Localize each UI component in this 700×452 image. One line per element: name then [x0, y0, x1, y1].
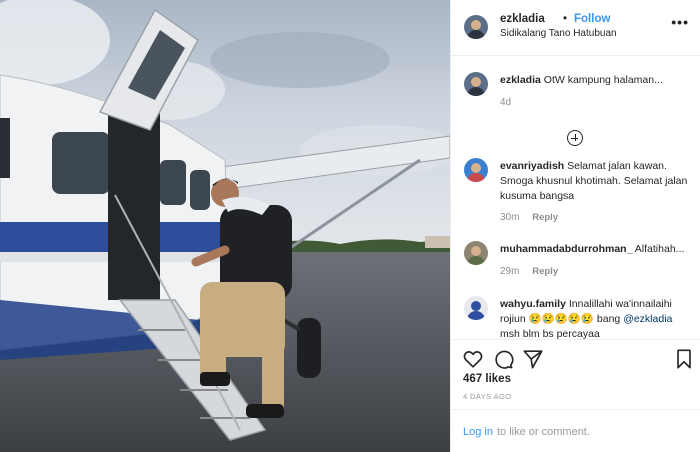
- comment-avatar[interactable]: [464, 241, 488, 265]
- comment-text-end: msh blm bs percayaa: [500, 328, 600, 339]
- comment-icon[interactable]: [492, 348, 514, 370]
- comment-emojis: 😢😢😢😢😢: [528, 313, 594, 325]
- share-icon[interactable]: [522, 348, 544, 370]
- reply-button[interactable]: Reply: [532, 212, 558, 223]
- comment-time[interactable]: 29m: [500, 266, 519, 277]
- caption-text: OtW kampung halaman...: [543, 74, 663, 86]
- comment-avatar[interactable]: [464, 158, 488, 182]
- heart-icon[interactable]: [462, 348, 484, 370]
- caption-username[interactable]: ezkladia: [500, 74, 541, 86]
- comment-avatar[interactable]: [464, 296, 488, 320]
- author-username[interactable]: ezkladia: [500, 13, 545, 25]
- more-options-icon[interactable]: •••: [671, 14, 689, 30]
- post-location[interactable]: Sidikalang Tano Hatubuan: [500, 28, 617, 39]
- post-side-panel: ezkladia • Follow Sidikalang Tano Hatubu…: [450, 0, 700, 452]
- bookmark-icon[interactable]: [673, 348, 695, 370]
- instagram-post: ezkladia • Follow Sidikalang Tano Hatubu…: [0, 0, 700, 452]
- action-bar: [451, 339, 700, 375]
- follow-button[interactable]: Follow: [574, 13, 610, 25]
- comments-list[interactable]: ezkladia OtW kampung halaman... 4d evanr…: [451, 57, 700, 339]
- likes-count[interactable]: 467 likes: [463, 373, 511, 385]
- comment-time[interactable]: 30m: [500, 212, 519, 223]
- load-more-comments-icon[interactable]: [567, 130, 583, 146]
- author-avatar[interactable]: [464, 15, 488, 39]
- caption-time[interactable]: 4d: [500, 97, 511, 108]
- comment-username[interactable]: muhammadabdurrohman_: [500, 243, 632, 255]
- reply-button[interactable]: Reply: [532, 266, 558, 277]
- post-timestamp[interactable]: 4 DAYS AGO: [463, 392, 511, 401]
- login-link[interactable]: Log in: [463, 426, 493, 438]
- header-separator: •: [563, 13, 568, 25]
- caption-avatar[interactable]: [464, 72, 488, 96]
- comment-mention-link[interactable]: @ezkladia: [623, 313, 672, 325]
- comment-text-mid: bang: [596, 313, 621, 325]
- login-prompt-text: to like or comment.: [497, 426, 590, 438]
- post-header: ezkladia • Follow Sidikalang Tano Hatubu…: [451, 0, 700, 56]
- comment-text: Alfatihah...: [634, 243, 685, 255]
- login-prompt: Log in to like or comment.: [451, 409, 700, 452]
- comment-username[interactable]: evanriyadish: [500, 160, 564, 172]
- comment-username[interactable]: wahyu.family: [500, 298, 566, 310]
- post-photo[interactable]: [0, 0, 450, 452]
